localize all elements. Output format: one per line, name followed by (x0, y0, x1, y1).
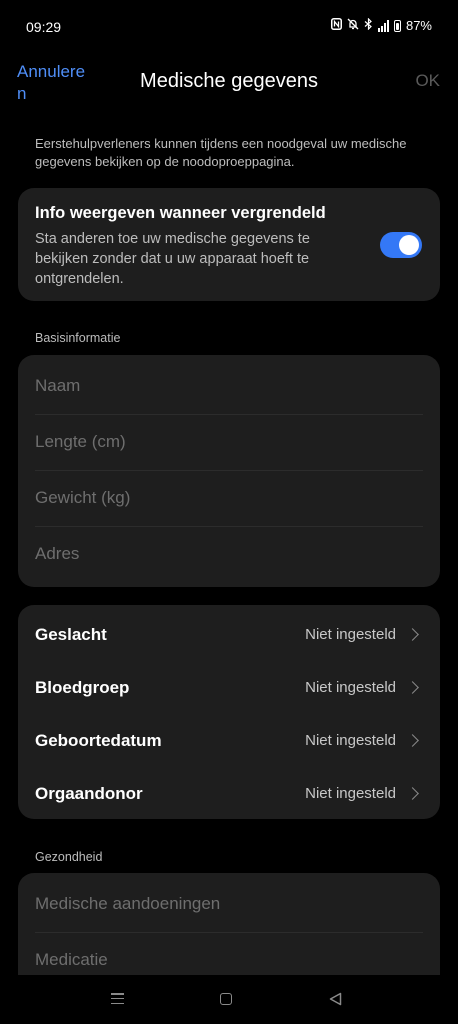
chevron-right-icon (406, 628, 419, 641)
section-label-health: Gezondheid (35, 850, 103, 864)
lock-screen-description: Sta anderen toe uw medische gegevens te … (35, 231, 310, 287)
row-label: Geboortedatum (35, 730, 162, 750)
status-time: 09:29 (26, 19, 62, 35)
birth-date-row[interactable]: Geboortedatum Niet ingesteld (35, 714, 423, 767)
nfc-icon (330, 18, 342, 33)
battery-icon (393, 19, 401, 32)
row-label: Orgaandonor (35, 783, 143, 803)
header: Annuleren Medische gegevens OK (0, 58, 458, 108)
row-value: Niet ingesteld (305, 679, 396, 696)
chevron-right-icon (406, 787, 419, 800)
row-value: Niet ingesteld (305, 732, 396, 749)
status-bar: 09:29 87% (0, 0, 458, 50)
row-value: Niet ingesteld (305, 785, 396, 802)
back-icon (329, 992, 342, 1006)
name-field[interactable]: Naam (35, 358, 423, 415)
bluetooth-icon (364, 17, 373, 33)
lock-screen-title: Info weergeven wanneer vergrendeld (35, 204, 326, 222)
intro-note: Eerstehulpverleners kunnen tijdens een n… (35, 136, 407, 169)
status-icons: 87% (330, 17, 432, 33)
blood-type-row[interactable]: Bloedgroep Niet ingesteld (35, 661, 423, 714)
row-value: Niet ingesteld (305, 626, 396, 643)
ok-button[interactable]: OK (415, 71, 440, 91)
page-title: Medische gegevens (140, 70, 318, 92)
mute-icon (347, 18, 359, 33)
signal-4g-icon (377, 19, 389, 32)
organ-donor-row[interactable]: Orgaandonor Niet ingesteld (35, 767, 423, 820)
chevron-right-icon (406, 734, 419, 747)
details-card: Geslacht Niet ingesteld Bloedgroep Niet … (18, 605, 440, 819)
lock-screen-card[interactable]: Info weergeven wanneer vergrendeld Sta a… (18, 188, 440, 301)
home-button[interactable] (220, 993, 232, 1005)
gender-row[interactable]: Geslacht Niet ingesteld (35, 608, 423, 661)
toggle-knob (399, 235, 419, 255)
section-label-basic-info: Basisinformatie (35, 331, 121, 345)
address-field[interactable]: Adres (35, 526, 423, 582)
chevron-right-icon (406, 681, 419, 694)
row-label: Geslacht (35, 624, 107, 644)
navigation-bar (0, 975, 458, 1024)
battery-percent: 87% (405, 18, 432, 33)
height-field[interactable]: Lengte (cm) (35, 414, 423, 471)
lock-screen-toggle[interactable] (380, 232, 422, 258)
row-label: Bloedgroep (35, 677, 130, 697)
recent-apps-button[interactable] (111, 993, 124, 1004)
weight-field[interactable]: Gewicht (kg) (35, 470, 423, 527)
medical-conditions-field[interactable]: Medische aandoeningen (35, 876, 423, 933)
basic-info-card: Naam Lengte (cm) Gewicht (kg) Adres (18, 355, 440, 587)
